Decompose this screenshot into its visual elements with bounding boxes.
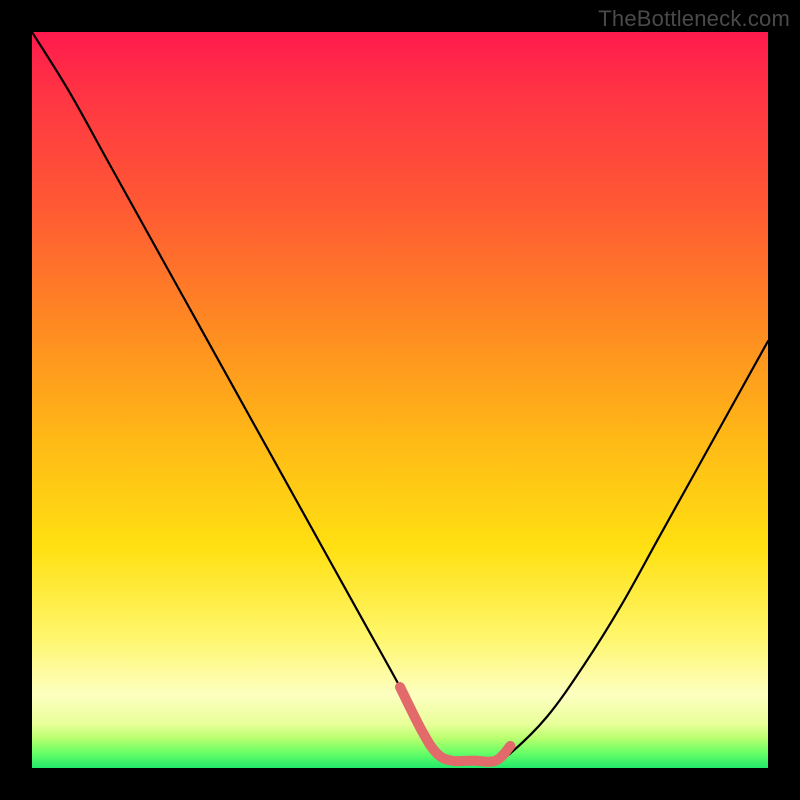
chart-frame: TheBottleneck.com [0, 0, 800, 800]
watermark-text: TheBottleneck.com [598, 6, 790, 32]
chart-svg [32, 32, 768, 768]
chart-plot-area [32, 32, 768, 768]
bottleneck-curve-path [32, 32, 768, 761]
optimal-segment-path [400, 687, 510, 762]
